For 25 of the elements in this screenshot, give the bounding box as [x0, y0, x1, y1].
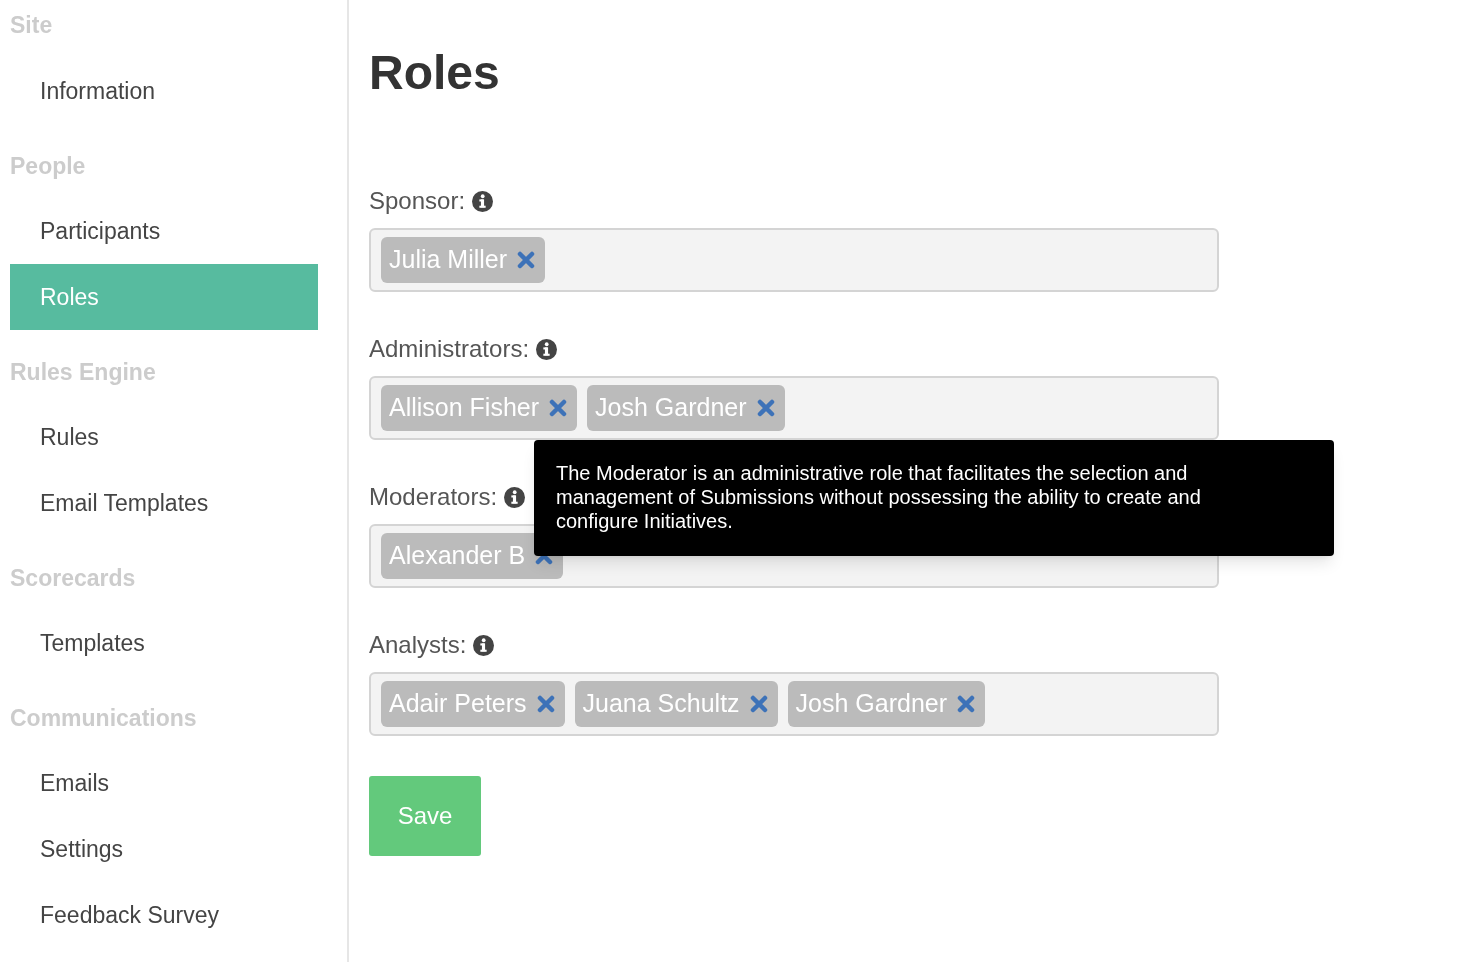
field-label: Sponsor:	[369, 186, 466, 216]
tag-label: Juana Schultz	[582, 688, 740, 720]
tag-label: Julia Miller	[389, 244, 508, 276]
tag-label: Josh Gardner	[795, 688, 948, 720]
sidebar-item[interactable]: Feedback Survey	[10, 882, 318, 948]
sidebar-item[interactable]: Email Templates	[10, 470, 318, 536]
tag-label: Josh Gardner	[595, 392, 747, 424]
field-label: Administrators:	[369, 334, 530, 364]
tag-label: Adair Peters	[389, 688, 527, 720]
tag-label: Allison Fisher	[389, 392, 540, 424]
info-icon[interactable]	[504, 486, 526, 508]
field-label: Analysts:	[369, 630, 467, 660]
sidebar-item[interactable]: Information	[10, 58, 318, 124]
field-label: Moderators:	[369, 482, 498, 512]
sidebar-item[interactable]: Participants	[10, 198, 318, 264]
info-icon[interactable]	[473, 634, 495, 656]
sidebar-item[interactable]: Templates	[10, 610, 318, 676]
sidebar-item[interactable]: Emails	[10, 750, 318, 816]
tooltip: The Moderator is an administrative role that facilitates the selection and management of Submissions without possessing the ability to create and configure Initiatives.	[534, 440, 1334, 556]
info-icon[interactable]	[472, 190, 494, 212]
sidebar-item[interactable]: Settings	[10, 816, 318, 882]
sidebar-item[interactable]: Rules	[10, 404, 318, 470]
page-title: Roles	[369, 46, 500, 100]
tag-label: Alexander B	[389, 540, 526, 572]
info-icon[interactable]	[536, 338, 558, 360]
